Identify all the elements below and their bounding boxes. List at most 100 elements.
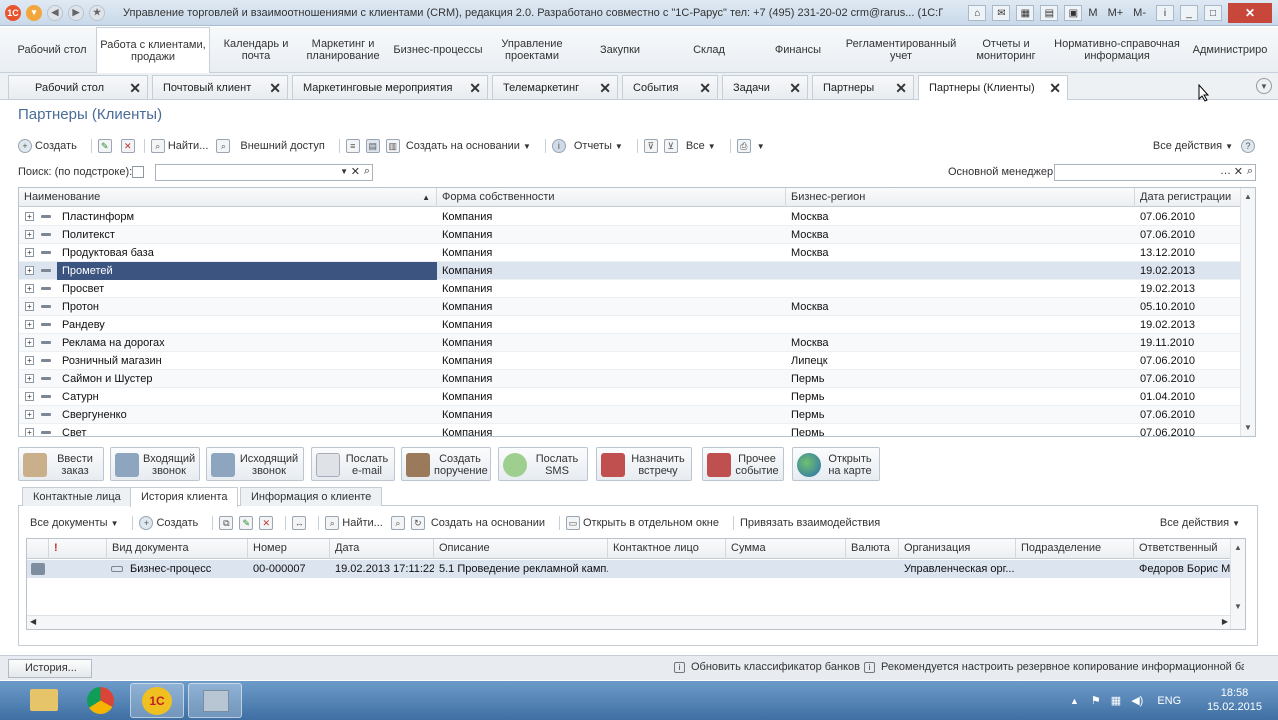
scroll-down-icon[interactable]: ▼ — [1244, 423, 1252, 432]
table-row[interactable]: + Прометей Компания 19.02.2013 — [19, 262, 1241, 280]
create-button[interactable]: + Создать — [18, 139, 77, 153]
enter-order-button[interactable]: Ввести заказ — [18, 447, 104, 481]
expand-icon[interactable]: + — [25, 356, 34, 365]
search-icon[interactable]: ⌕ — [1247, 165, 1253, 178]
outgoing-call-button[interactable]: Исходящий звонок — [206, 447, 304, 481]
section-calendar-mail[interactable]: Календарь и почта — [214, 27, 298, 73]
column-header-form[interactable]: Форма собственности — [437, 188, 786, 207]
clear-icon[interactable]: ✕ — [1234, 165, 1243, 178]
copy-icon[interactable]: ⧉ — [219, 516, 234, 530]
link-interactions-button[interactable]: Привязать взаимодействия — [740, 517, 880, 529]
tab-marketing-events[interactable]: Маркетинговые мероприятия ✕ — [292, 75, 488, 99]
incoming-call-button[interactable]: Входящий звонок — [110, 447, 200, 481]
table-row[interactable]: + Просвет Компания 19.02.2013 — [19, 280, 1241, 298]
expand-icon[interactable]: + — [25, 284, 34, 293]
cancel-search-icon[interactable]: ⌕ — [216, 139, 231, 153]
chrome-task[interactable] — [74, 683, 128, 718]
column-header-sum[interactable]: Сумма — [726, 539, 846, 559]
external-access-button[interactable]: Внешний доступ — [240, 140, 324, 152]
history-button[interactable]: История... — [8, 659, 92, 678]
section-business-processes[interactable]: Бизнес-процессы — [390, 27, 486, 73]
flag-icon[interactable]: ⚑ — [1091, 694, 1101, 707]
info-icon[interactable]: i — [1156, 5, 1174, 21]
column-header-number[interactable]: Номер — [248, 539, 330, 559]
close-icon[interactable]: ✕ — [469, 80, 481, 97]
chevron-down-icon[interactable]: ▼ — [757, 142, 765, 151]
column-header-region[interactable]: Бизнес-регион — [786, 188, 1135, 207]
scroll-up-icon[interactable]: ▲ — [1234, 543, 1242, 552]
section-projects[interactable]: Управление проектами — [490, 27, 574, 73]
create-based-button[interactable]: Создать на основании ▼ — [406, 140, 531, 152]
other-event-button[interactable]: Прочее событие — [702, 447, 784, 481]
table-row[interactable]: + Продуктовая база Компания Москва 13.12.201… — [19, 244, 1241, 262]
table-row[interactable]: + Свергуненко Компания Пермь 07.06.2010 — [19, 406, 1241, 424]
expand-icon[interactable]: + — [25, 248, 34, 257]
tab-desktop[interactable]: Рабочий стол ✕ — [8, 75, 148, 99]
list-mode-icon[interactable]: ≡ — [345, 139, 360, 153]
table-row[interactable]: + Сатурн Компания Пермь 01.04.2010 — [19, 388, 1241, 406]
column-header-description[interactable]: Описание — [434, 539, 608, 559]
find-button[interactable]: ⌕ Найти... — [150, 139, 208, 153]
1c-config-task[interactable] — [188, 683, 242, 718]
close-icon[interactable]: ✕ — [789, 80, 801, 97]
reports-button[interactable]: Отчеты ▼ — [574, 140, 623, 152]
table-row[interactable]: + Свет Компания Пермь 07.06.2010 — [19, 424, 1241, 436]
chevron-down-icon[interactable]: ▼ — [340, 167, 348, 176]
section-administration[interactable]: Администриро — [1186, 27, 1274, 73]
column-header-responsible[interactable]: Ответственный — [1134, 539, 1231, 559]
history-all-actions-button[interactable]: Все действия ▼ — [1160, 517, 1240, 529]
column-header-currency[interactable]: Валюта — [846, 539, 899, 559]
tab-partners-clients[interactable]: Партнеры (Клиенты) ✕ — [918, 75, 1068, 100]
memory-add-button[interactable]: M+ — [1108, 7, 1124, 19]
app-logo-icon[interactable]: 1С — [5, 4, 21, 21]
close-icon[interactable]: ✕ — [129, 80, 141, 97]
close-icon[interactable]: ✕ — [699, 80, 711, 97]
section-finance[interactable]: Финансы — [758, 27, 838, 73]
section-purchases[interactable]: Закупки — [584, 27, 656, 73]
filter-clear-icon[interactable]: ⊻ — [663, 139, 678, 153]
status-message-banks[interactable]: i Обновить классификатор банков — [674, 661, 860, 673]
expand-icon[interactable]: + — [25, 320, 34, 329]
column-header-contact[interactable]: Контактное лицо — [608, 539, 726, 559]
table-row[interactable]: + Реклама на дорогах Компания Москва 19.11.2… — [19, 334, 1241, 352]
edit-pencil-icon[interactable]: ✎ — [97, 139, 112, 153]
edit-pencil-icon[interactable]: ✎ — [239, 516, 254, 530]
clock[interactable]: 18:58 15.02.2015 — [1207, 686, 1262, 714]
history-create-button[interactable]: + Создать — [139, 516, 198, 530]
home-icon[interactable]: ⌂ — [968, 5, 987, 21]
all-filter-button[interactable]: Все ▼ — [686, 140, 716, 152]
create-task-button[interactable]: Создать поручение — [401, 447, 491, 481]
column-header-icon[interactable] — [27, 539, 49, 559]
cancel-search-icon[interactable]: ⌕ — [390, 516, 405, 530]
table-row[interactable]: + Рандеву Компания 19.02.2013 — [19, 316, 1241, 334]
open-map-button[interactable]: Открыть на карте — [792, 447, 880, 481]
section-desktop[interactable]: Рабочий стол — [0, 27, 104, 73]
expand-icon[interactable]: + — [25, 230, 34, 239]
filter-icon[interactable]: ⊽ — [643, 139, 658, 153]
tabs-scroll-icon[interactable]: ▼ — [1256, 78, 1272, 94]
volume-icon[interactable]: ◀) — [1131, 694, 1143, 707]
send-sms-button[interactable]: Послать SMS — [498, 447, 588, 481]
horizontal-scrollbar[interactable]: ◀ ▶ — [27, 615, 1231, 629]
column-header-date[interactable]: Дата регистрации — [1135, 188, 1241, 207]
delete-icon[interactable]: ✕ — [259, 516, 274, 530]
status-message-backup[interactable]: i Рекомендуется настроить резервное копир… — [864, 661, 1244, 673]
all-documents-button[interactable]: Все документы ▼ — [30, 517, 118, 529]
tab-mail-client[interactable]: Почтовый клиент ✕ — [152, 75, 288, 99]
calculator-icon[interactable]: ▦ — [1016, 5, 1035, 21]
tab-client-info[interactable]: Информация о клиенте — [240, 487, 383, 506]
expand-icon[interactable]: + — [25, 428, 34, 436]
scroll-right-icon[interactable]: ▶ — [1222, 617, 1228, 626]
column-header-date[interactable]: Дата — [330, 539, 434, 559]
close-icon[interactable]: ✕ — [1049, 80, 1061, 97]
section-clients-sales[interactable]: Работа с клиентами, продажи — [96, 27, 210, 74]
close-window-button[interactable]: ✕ — [1228, 3, 1272, 23]
close-icon[interactable]: ✕ — [599, 80, 611, 97]
network-icon[interactable]: ▦ — [1111, 694, 1121, 707]
explorer-task[interactable] — [18, 683, 72, 718]
expand-icon[interactable]: + — [25, 302, 34, 311]
1c-task[interactable]: 1С — [130, 683, 184, 718]
column-header-doc-type[interactable]: Вид документа — [107, 539, 248, 559]
column-header-importance[interactable]: ! — [49, 539, 107, 559]
select-icon[interactable]: … — [1220, 165, 1231, 177]
